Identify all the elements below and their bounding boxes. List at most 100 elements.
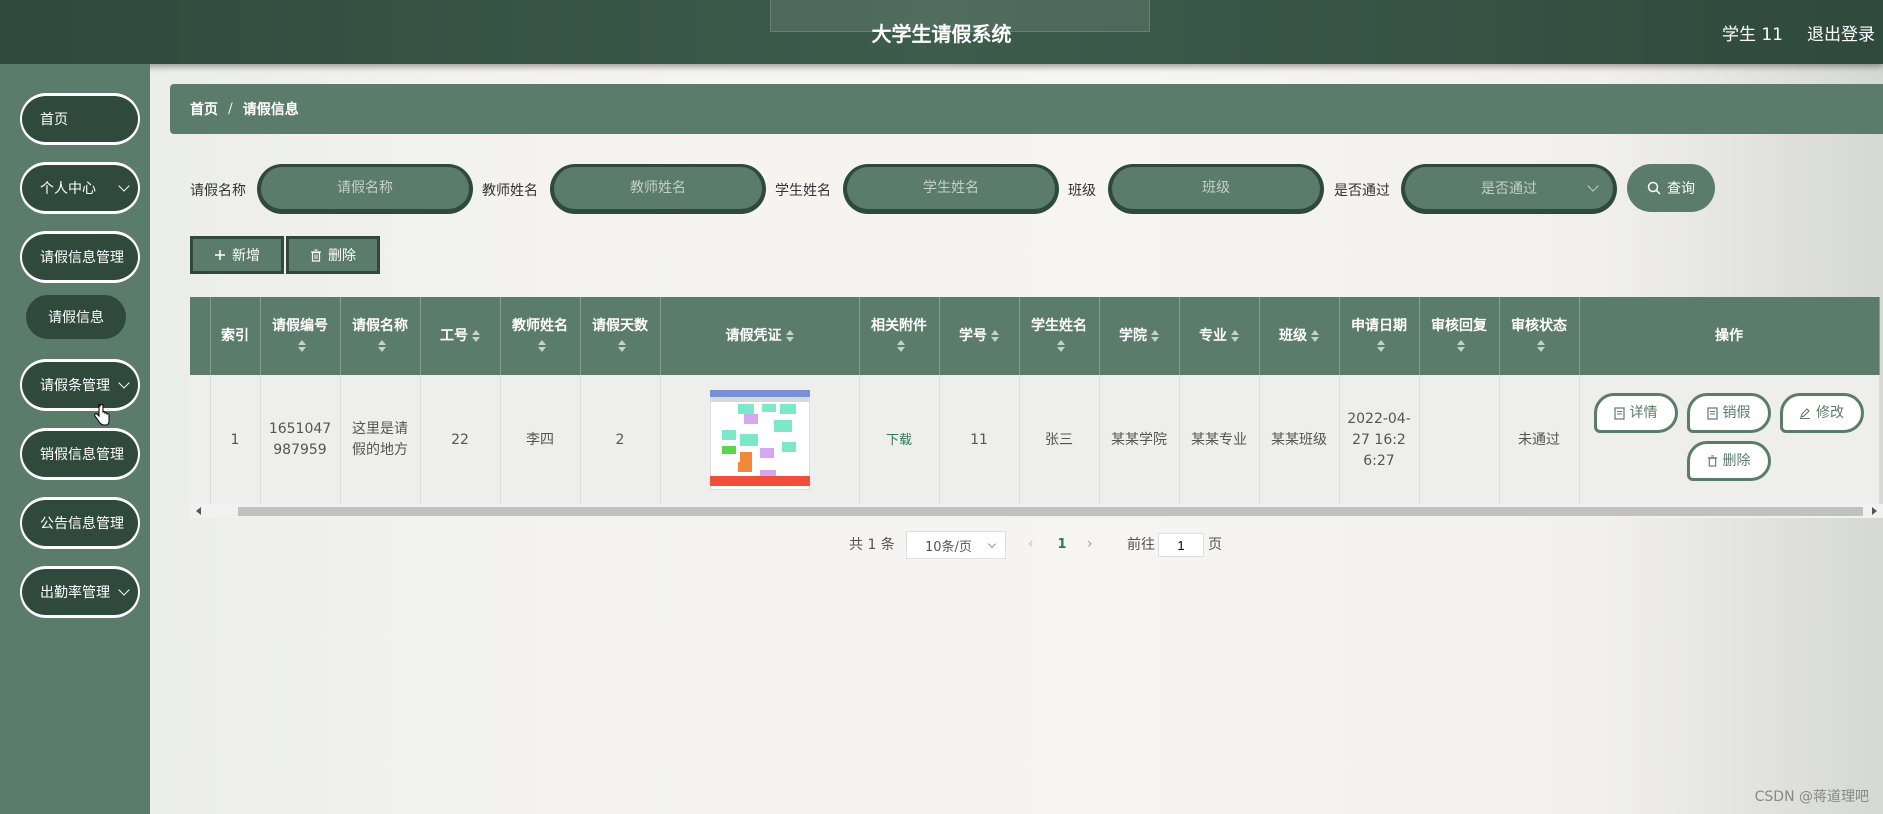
page-suffix-label: 页 [1208,537,1222,553]
next-page-icon[interactable]: › [1087,530,1093,558]
column-header-leave-name[interactable]: 请假名称 [340,297,421,375]
edit-button[interactable]: 修改 [1779,393,1864,433]
query-button[interactable]: 查询 [1627,164,1715,212]
sidebar-item-leave-slip-management[interactable]: 请假条管理 [20,359,140,411]
column-header-college[interactable]: 学院 [1099,297,1180,375]
sort-icon [1311,329,1319,343]
sidebar-item-label: 请假条管理 [40,378,110,394]
sort-icon [472,329,480,343]
sort-icon [1057,339,1065,353]
logout-button[interactable]: 退出登录 [1807,20,1875,45]
column-header-review-status[interactable]: 审核状态 [1499,297,1580,375]
sidebar-item-personal-center[interactable]: 个人中心 [20,162,140,214]
document-icon [1706,406,1718,420]
cell-leave-name: 这里是请假的地方 [340,375,421,505]
cell-student-no: 11 [939,375,1020,505]
column-header-student-name[interactable]: 学生姓名 [1019,297,1100,375]
sidebar-item-label: 出勤率管理 [40,585,110,601]
batch-delete-button[interactable]: 删除 [286,236,380,274]
teacher-name-input[interactable] [554,167,762,209]
chevron-down-icon [118,584,130,596]
select-column-header [190,297,211,375]
delete-button-label: 删除 [328,248,356,264]
column-header-days[interactable]: 请假天数 [580,297,661,375]
cell-review-status: 未通过 [1499,375,1580,505]
cell-college: 某某学院 [1099,375,1180,505]
student-name-input[interactable] [847,167,1055,209]
class-label: 班级 [1068,183,1096,199]
pencil-icon [1800,408,1810,419]
sort-icon [1231,329,1239,343]
sidebar-item-cancel-leave-management[interactable]: 销假信息管理 [20,428,140,480]
chevron-down-icon [118,377,130,389]
sidebar-item-label: 个人中心 [40,181,96,197]
sort-icon [1457,339,1465,353]
teacher-name-field-wrap [550,164,766,214]
passed-select-placeholder: 是否通过 [1481,181,1537,197]
scroll-left-icon[interactable] [196,507,201,515]
cell-review-reply [1419,375,1500,505]
scrollbar-thumb[interactable] [238,507,1863,516]
class-field-wrap [1108,164,1324,214]
sidebar-subitem-leave-info[interactable]: 请假信息 [26,295,126,339]
download-link[interactable]: 下载 [886,433,912,448]
watermark-text: CSDN @蒋道理吧 [1754,789,1869,805]
page-number-current[interactable]: 1 [1050,531,1074,559]
sort-icon [298,339,306,353]
pagination-total: 共 1 条 [849,537,895,553]
select-cell [190,375,211,505]
leave-table: 索引 请假编号 请假名称 工号 教师姓名 请假天数 请假凭证 相关附件 学号 学… [190,297,1883,521]
goto-page-input[interactable] [1158,533,1204,557]
table-header-row: 索引 请假编号 请假名称 工号 教师姓名 请假天数 请假凭证 相关附件 学号 学… [190,297,1880,375]
scroll-right-icon[interactable] [1872,507,1877,515]
class-input[interactable] [1112,167,1320,209]
add-button[interactable]: 新增 [190,236,284,274]
breadcrumb: 首页 / 请假信息 [170,84,1883,134]
cell-days: 2 [580,375,661,505]
leave-name-input[interactable] [261,167,469,209]
passed-select[interactable]: 是否通过 [1401,164,1617,214]
trash-icon [311,248,321,262]
plus-icon [215,250,225,260]
cell-teacher-name: 李四 [500,375,581,505]
cell-apply-date: 2022-04-27 16:26:27 [1339,375,1420,505]
column-header-class[interactable]: 班级 [1259,297,1340,375]
passed-label: 是否通过 [1334,183,1390,199]
cell-major: 某某专业 [1179,375,1260,505]
user-area: 学生 11 退出登录 [1722,0,1875,64]
add-button-label: 新增 [232,248,260,264]
chevron-down-icon [987,539,997,549]
sidebar-item-label: 销假信息管理 [40,447,124,463]
sidebar-item-leave-info-management[interactable]: 请假信息管理 [20,231,140,283]
sidebar-item-notice-management[interactable]: 公告信息管理 [20,497,140,549]
column-header-major[interactable]: 专业 [1179,297,1260,375]
sort-icon [618,339,626,353]
leave-name-field-wrap [257,164,473,214]
sidebar-item-home[interactable]: 首页 [20,93,140,145]
table-horizontal-scrollbar[interactable] [190,504,1883,518]
detail-button[interactable]: 详情 [1593,393,1678,433]
column-header-voucher[interactable]: 请假凭证 [660,297,860,375]
cell-staff-no: 22 [420,375,501,505]
page-size-select[interactable]: 10条/页 [906,531,1006,559]
current-user-label[interactable]: 学生 11 [1722,20,1783,45]
column-header-student-no[interactable]: 学号 [939,297,1020,375]
sidebar-item-attendance-management[interactable]: 出勤率管理 [20,566,140,618]
column-header-apply-date[interactable]: 申请日期 [1339,297,1420,375]
sort-icon [897,339,905,353]
breadcrumb-home[interactable]: 首页 [190,99,218,119]
prev-page-icon[interactable]: ‹ [1028,530,1034,558]
column-header-leave-no[interactable]: 请假编号 [260,297,341,375]
column-header-review-reply[interactable]: 审核回复 [1419,297,1500,375]
column-header-teacher-name[interactable]: 教师姓名 [500,297,581,375]
column-header-attachment[interactable]: 相关附件 [859,297,940,375]
leave-name-label: 请假名称 [190,183,246,199]
voucher-thumbnail[interactable] [709,390,810,490]
student-name-field-wrap [843,164,1059,214]
column-header-index: 索引 [210,297,261,375]
row-delete-button[interactable]: 删除 [1686,441,1771,481]
sort-icon [991,329,999,343]
goto-label: 前往 [1127,537,1155,553]
cancel-leave-button[interactable]: 销假 [1686,393,1771,433]
column-header-staff-no[interactable]: 工号 [420,297,501,375]
